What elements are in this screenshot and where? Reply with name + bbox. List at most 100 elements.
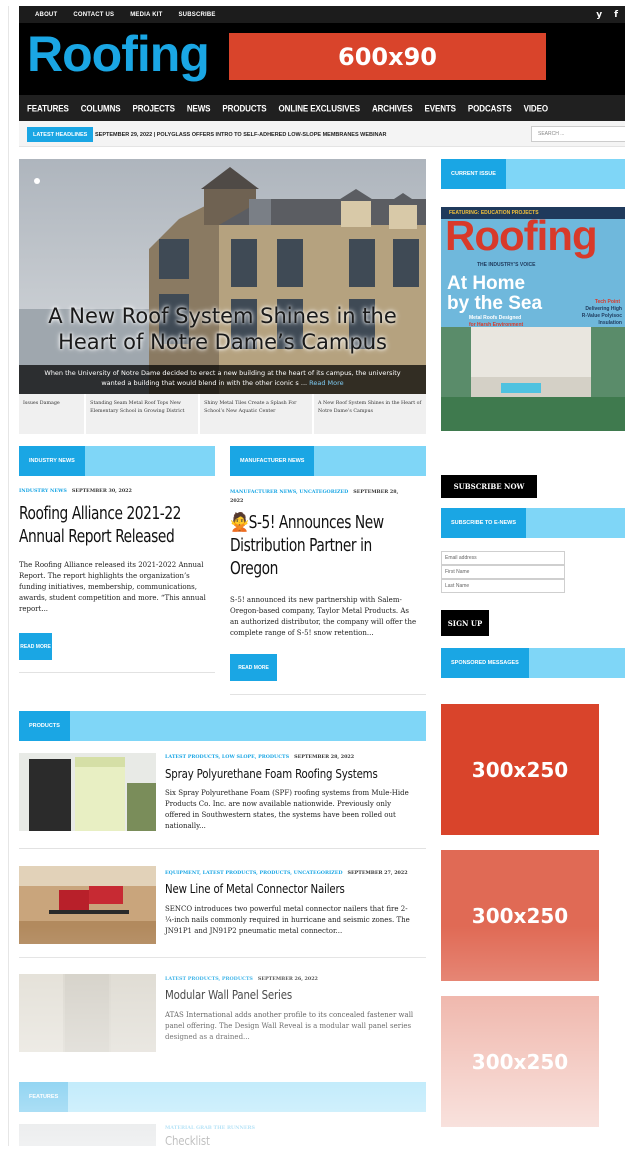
industry-news-title[interactable]: Roofing Alliance 2021-22 Annual Report R… [19,502,181,548]
title-line: Annual Report Released [19,526,175,547]
manufacturer-news-read-more-button[interactable]: READ MORE [230,654,277,681]
nav-item-columns[interactable]: COLUMNS [81,103,121,114]
sign-up-button[interactable]: SIGN UP [441,610,489,636]
ticker-headline[interactable]: SEPTEMBER 29, 2022 | POLYGLASS OFFERS IN… [95,127,386,142]
cover-side-1: Tech Point [594,299,620,305]
twitter-icon[interactable]: y [596,10,602,20]
sidebar-ad-3[interactable]: 300x250 [441,996,599,1127]
nav-item-features[interactable]: FEATURES [27,103,69,114]
nav-item-events[interactable]: EVENTS [425,103,457,114]
product-title[interactable]: Modular Wall Panel Series [165,988,292,1002]
current-issue-header: CURRENT ISSUE [441,159,625,189]
hero-slide-list: Issues Damage Standing Seam Metal Roof T… [19,394,426,434]
product-meta: LATEST PRODUCTS, LOW SLOPE, PRODUCTS SEP… [165,754,354,760]
subscribe-now-button[interactable]: SUBSCRIBE NOW [441,475,537,498]
excerpt-line: complete range of S-5! snow retention... [230,629,374,637]
site-logo[interactable]: Roofing [27,25,210,83]
manufacturer-news-title[interactable]: 🙅S-5! Announces New Distribution Partner… [230,511,384,580]
title-line: 🙅S-5! Announces New [230,512,384,533]
excerpt-line: report... [19,605,49,613]
facebook-icon[interactable]: f [614,10,618,20]
sidebar-ad-2[interactable]: 300x250 [441,850,599,981]
industry-news-label[interactable]: INDUSTRY NEWS [19,446,85,476]
cover-sub-2: for Harsh Environment [469,322,524,328]
nav-item-news[interactable]: NEWS [187,103,211,114]
slide-item[interactable]: Standing Seam Metal Roof Tops New Elemen… [86,394,199,434]
product-excerpt: SENCO introduces two powerful metal conn… [165,904,430,937]
product-thumbnail[interactable] [19,866,156,944]
article-category[interactable]: EQUIPMENT, LATEST PRODUCTS, PRODUCTS, UN… [165,870,343,876]
leaderboard-ad[interactable]: 600x90 [229,33,546,80]
manufacturer-news-header: MANUFACTURER NEWS [230,446,426,476]
manufacturer-news-meta: MANUFACTURER NEWS, UNCATEGORIZED SEPTEMB… [230,488,426,506]
product-excerpt: Six Spray Polyurethane Foam (SPF) roofin… [165,788,430,832]
cover-headline-2: by the Sea [447,293,543,314]
first-name-field[interactable]: First Name [441,565,565,579]
search-input[interactable]: SEARCH ... [531,126,625,142]
nav-item-projects[interactable]: PROJECTS [132,103,174,114]
article-date: SEPTEMBER 26, 2022 [257,976,318,982]
product-title[interactable]: Spray Polyurethane Foam Roofing Systems [165,767,378,781]
hero-slider[interactable]: A New Roof System Shines in the Heart of… [19,159,426,394]
industry-news-read-more-button[interactable]: READ MORE [19,633,52,660]
excerpt-line: panel offering. The Design Wall Reveal i… [165,1022,412,1030]
top-link-contact[interactable]: CONTACT US [73,12,114,18]
sidebar-ad-1[interactable]: 300x250 [441,704,599,835]
enews-header: SUBSCRIBE TO E-NEWS [441,508,625,538]
article-category[interactable]: LATEST PRODUCTS, LOW SLOPE, PRODUCTS [165,754,289,760]
cover-side-3: R-Value Polyisoc [581,313,622,319]
nav-item-archives[interactable]: ARCHIVES [372,103,413,114]
excerpt-line: S-5! announced its new partnership with … [230,596,402,604]
cover-side-2: Delivering High [585,306,622,312]
email-field[interactable]: Email address [441,551,565,565]
slide-item[interactable]: Shiny Metal Tiles Create a Splash For Sc… [200,394,313,434]
industry-news-header: INDUSTRY NEWS [19,446,215,476]
top-links: ABOUT CONTACT US MEDIA KIT SUBSCRIBE [35,6,216,23]
article-date-year: 2022 [230,498,244,504]
article-date: SEPTEMBER 30, 2022 [71,488,132,494]
products-label[interactable]: PRODUCTS [19,711,70,741]
hero-caption-line1: When the University of Notre Dame decide… [44,369,401,377]
features-label[interactable]: FEATURES [19,1082,69,1112]
slide-item[interactable]: A New Roof System Shines in the Heart of… [314,394,426,434]
manufacturer-news-excerpt: S-5! announced its new partnership with … [230,595,430,639]
product-excerpt: ATAS International adds another profile … [165,1010,430,1043]
site-header: Roofing 600x90 [19,23,625,95]
feature-title[interactable]: Checklist [165,1134,210,1146]
article-category[interactable]: LATEST PRODUCTS, PRODUCTS [165,976,253,982]
title-line: Oregon [230,558,278,579]
divider [19,672,215,673]
product-thumbnail[interactable] [19,974,156,1052]
feature-meta: MATERIAL GRAB THE RUNNERS [165,1125,255,1131]
product-meta: LATEST PRODUCTS, PRODUCTS SEPTEMBER 26, … [165,976,318,982]
top-link-media-kit[interactable]: MEDIA KIT [130,12,162,18]
product-thumbnail[interactable] [19,753,156,831]
page: ABOUT CONTACT US MEDIA KIT SUBSCRIBE y f… [8,6,625,1146]
excerpt-line: funding initiatives, membership, communi… [19,583,197,591]
manufacturer-news-label[interactable]: MANUFACTURER NEWS [230,446,315,476]
sponsored-header: SPONSORED MESSAGES [441,648,625,678]
divider [19,957,426,958]
top-link-subscribe[interactable]: SUBSCRIBE [178,12,215,18]
magazine-cover[interactable]: FEATURING: EDUCATION PROJECTS Roofing TH… [441,207,625,431]
last-name-field[interactable]: Last Name [441,579,565,593]
nav-item-online-exclusives[interactable]: ONLINE EXCLUSIVES [279,103,361,114]
top-link-about[interactable]: ABOUT [35,12,57,18]
hero-read-more-link[interactable]: Read More [309,379,344,387]
headline-ticker: LATEST HEADLINES SEPTEMBER 29, 2022 | PO… [19,121,625,147]
excerpt-line: Products Co. Inc. are now available nati… [165,800,392,808]
title-line: Distribution Partner in [230,535,372,556]
nav-item-video[interactable]: VIDEO [524,103,549,114]
excerpt-line: ¼-inch nails commonly required in hurric… [165,916,410,924]
article-category[interactable]: INDUSTRY NEWS [19,488,67,494]
article-category[interactable]: MANUFACTURER NEWS, UNCATEGORIZED [230,489,348,495]
article-category[interactable]: MATERIAL GRAB THE RUNNERS [165,1125,255,1131]
excerpt-line: offered in Southwestern states, the syst… [165,811,396,819]
product-title[interactable]: New Line of Metal Connector Nailers [165,882,345,896]
excerpt-line: awards, student competition and more. “T… [19,594,206,602]
hero-headline[interactable]: A New Roof System Shines in the Heart of… [19,303,426,355]
nav-item-podcasts[interactable]: PODCASTS [468,103,512,114]
slide-item[interactable]: Issues Damage [19,394,85,434]
feature-thumbnail[interactable] [19,1124,156,1146]
nav-item-products[interactable]: PRODUCTS [222,103,266,114]
